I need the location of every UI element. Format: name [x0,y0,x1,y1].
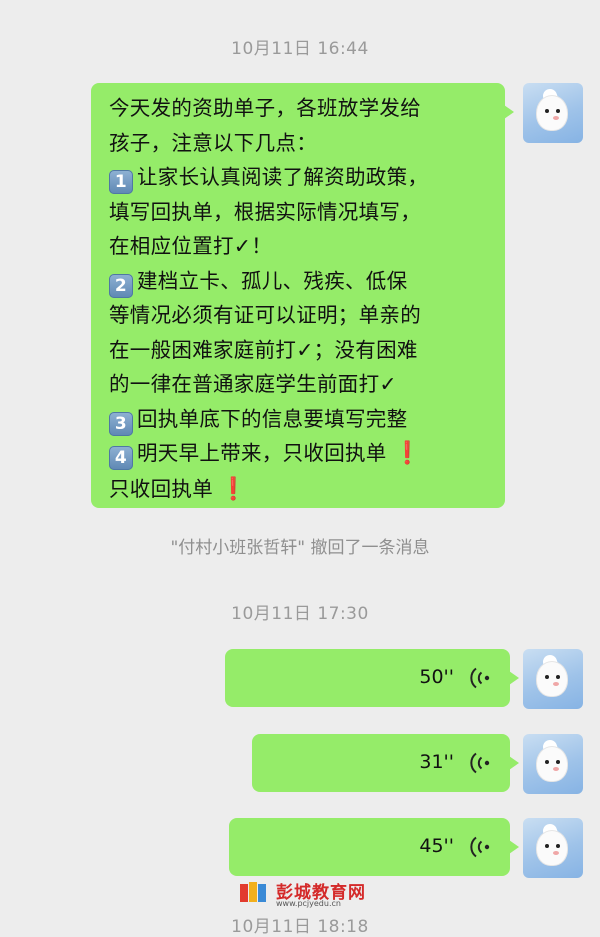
avatar-eye [545,109,549,113]
avatar-eye [545,844,549,848]
recall-notice: "付村小班张哲轩" 撤回了一条消息 [170,538,430,558]
avatar-eye [556,675,560,679]
timestamp: 10月11日 16:44 [231,39,369,59]
message-line: 在相应位置打✓！ [109,234,273,258]
voice-wave-icon [470,667,490,689]
timestamp: 10月11日 17:30 [231,604,369,624]
avatar-eye [556,760,560,764]
avatar[interactable] [523,649,583,709]
message-line: 等情况必须有证可以证明；单亲的 [109,303,421,327]
watermark-url: www.pcjyedu.cn [276,899,341,908]
voice-message-bubble[interactable]: 45'' [229,818,519,876]
avatar-eye [545,675,549,679]
avatar-bird [537,96,567,130]
message-line: 让家长认真阅读了解资助政策， [137,165,429,189]
text-message-bubble[interactable]: 今天发的资助单子，各班放学发给 孩子，注意以下几点： 1 让家长认真阅读了解资助政… [91,83,514,508]
avatar-bird [537,747,567,781]
timestamp: 10月11日 18:18 [231,917,369,937]
voice-wave-icon [470,752,490,774]
message-line: 明天早上带来，只收回执单 [137,441,387,465]
voice-duration: 45'' [419,835,454,857]
avatar[interactable] [523,818,583,878]
avatar-cheek [553,851,559,855]
avatar-bird [537,831,567,865]
message-line: 只收回执单 [109,476,213,501]
avatar[interactable] [523,83,583,143]
avatar-cheek [553,767,559,771]
avatar-cheek [553,116,559,120]
avatar[interactable] [523,734,583,794]
avatar-bird [537,662,567,696]
keycap-1-icon: 1 [109,170,133,194]
message-line: 的一律在普通家庭学生前面打✓ [109,372,397,396]
message-line: 在一般困难家庭前打✓；没有困难 [109,337,418,362]
book-logo-icon [240,882,266,902]
message-line: 填写回执单，根据实际情况填写， [109,199,421,224]
keycap-4-icon: 4 [109,446,133,470]
avatar-eye [556,844,560,848]
avatar-eye [545,760,549,764]
voice-duration: 31'' [419,751,454,773]
voice-wave-icon [470,836,490,858]
voice-duration: 50'' [419,666,454,688]
avatar-eye [556,109,560,113]
avatar-cheek [553,682,559,686]
exclamation-icon: ❗ [219,476,248,502]
message-line: 今天发的资助单子，各班放学发给 [109,96,421,120]
voice-message-bubble[interactable]: 31'' [252,734,519,792]
exclamation-icon: ❗ [393,441,422,466]
watermark-logo: 彭城教育网 www.pcjyedu.cn [236,878,376,908]
message-line: 建档立卡、孤儿、残疾、低保 [137,268,408,293]
message-line: 回执单底下的信息要填写完整 [137,406,408,431]
voice-message-bubble[interactable]: 50'' [225,649,519,707]
keycap-2-icon: 2 [109,273,133,298]
keycap-3-icon: 3 [109,411,133,436]
message-line: 孩子，注意以下几点： [109,130,317,155]
